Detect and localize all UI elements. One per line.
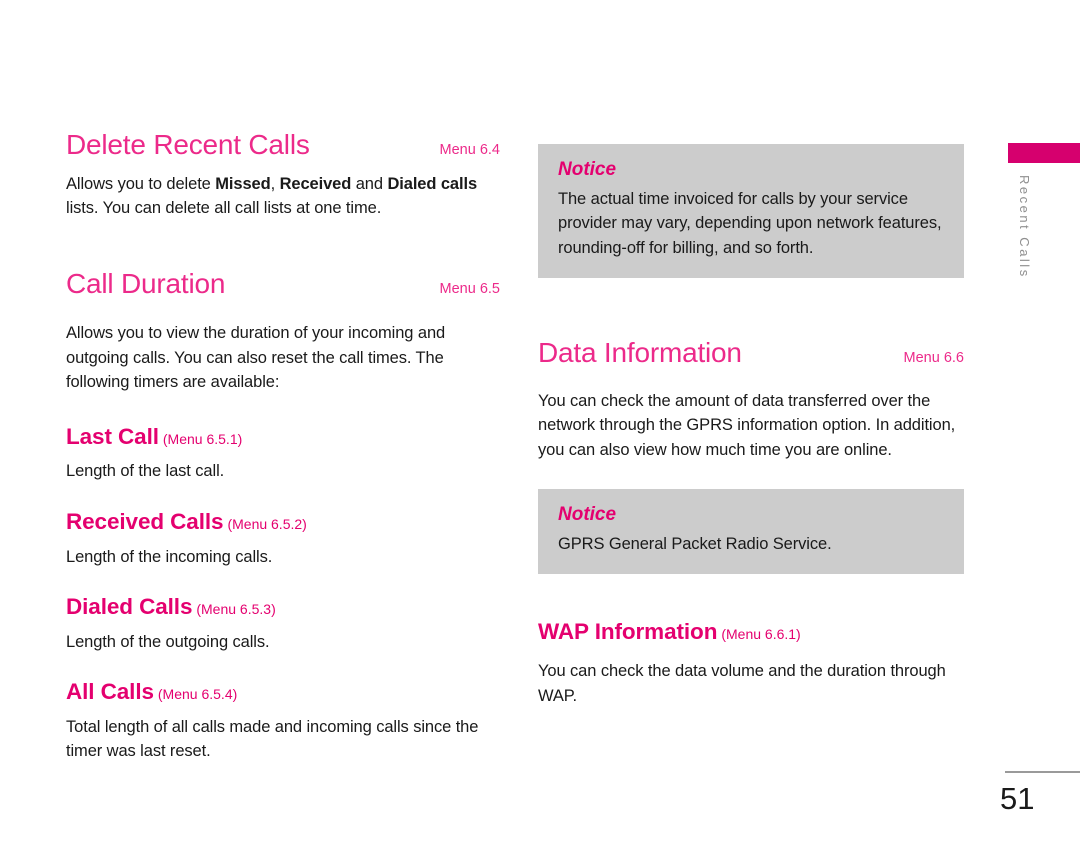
notice-box-call-duration: Notice The actual time invoiced for call… [538, 144, 964, 279]
subsection-last-call-header: Last Call (Menu 6.5.1) [66, 423, 500, 450]
subsection-title: Received Calls [66, 508, 224, 534]
text-fragment-bold: Received [279, 174, 352, 193]
subsection-menu-code: (Menu 6.5.1) [162, 430, 243, 447]
section-title: Delete Recent Calls [66, 129, 310, 160]
text-fragment: Allows you to delete [66, 174, 216, 193]
subsection-menu-code: (Menu 6.5.2) [227, 515, 307, 532]
subsection-wap-information-body: You can check the data volume and the du… [538, 662, 946, 705]
subsection-last-call-body: Length of the last call. [66, 462, 225, 481]
subsection-received-calls-header: Received Calls (Menu 6.5.2) [66, 508, 500, 535]
chapter-tab-marker [1008, 143, 1080, 163]
notice-body: GPRS General Packet Radio Service. [558, 535, 832, 554]
section-menu-code: Menu 6.5 [439, 280, 500, 297]
notice-body: The actual time invoiced for calls by yo… [558, 189, 942, 257]
section-call-duration-header: Call Duration Menu 6.5 [66, 267, 500, 300]
left-column: Delete Recent Calls Menu 6.4 Allows you … [66, 129, 500, 764]
subsection-all-calls-body: Total length of all calls made and incom… [66, 717, 479, 761]
section-delete-recent-calls-header: Delete Recent Calls Menu 6.4 [66, 129, 500, 161]
subsection-title: All Calls [66, 679, 154, 705]
subsection-menu-code: (Menu 6.5.4) [157, 686, 238, 703]
section-title: Call Duration [66, 267, 226, 299]
footer-divider [1005, 771, 1080, 773]
subsection-title: WAP Information [538, 619, 718, 645]
subsection-title: Dialed Calls [66, 593, 193, 619]
notice-box-gprs: Notice GPRS General Packet Radio Service… [538, 489, 964, 575]
subsection-wap-information-header: WAP Information (Menu 6.6.1) [538, 620, 964, 645]
right-column: Notice The actual time invoiced for call… [538, 130, 964, 708]
text-fragment: and [351, 174, 388, 193]
chapter-tab-label: Recent Calls [1017, 175, 1032, 279]
text-fragment-bold: Dialed calls [387, 174, 478, 193]
page-number: 51 [1000, 781, 1035, 816]
section-delete-recent-calls-body: Allows you to delete Missed, Received an… [66, 172, 500, 221]
section-data-information-body: You can check the amount of data transfe… [538, 391, 956, 459]
subsection-all-calls-header: All Calls (Menu 6.5.4) [66, 679, 500, 705]
section-data-information-header: Data Information Menu 6.6 [538, 337, 964, 369]
section-title: Data Information [538, 337, 742, 369]
notice-title: Notice [558, 504, 617, 526]
notice-title: Notice [558, 159, 617, 180]
subsection-title: Last Call [66, 423, 159, 449]
section-menu-code: Menu 6.4 [439, 142, 500, 158]
section-menu-code: Menu 6.6 [903, 350, 964, 367]
text-fragment: , [270, 174, 280, 193]
manual-page: Delete Recent Calls Menu 6.4 Allows you … [0, 0, 1080, 864]
subsection-dialed-calls-header: Dialed Calls (Menu 6.5.3) [66, 593, 500, 620]
text-fragment: lists. You can delete all call lists at … [66, 199, 382, 218]
text-fragment-bold: Missed [215, 174, 271, 193]
section-call-duration-body: Allows you to view the duration of your … [66, 324, 446, 392]
subsection-received-calls-body: Length of the incoming calls. [66, 547, 273, 566]
subsection-menu-code: (Menu 6.5.3) [196, 600, 276, 617]
subsection-menu-code: (Menu 6.6.1) [721, 626, 801, 643]
subsection-dialed-calls-body: Length of the outgoing calls. [66, 632, 270, 651]
